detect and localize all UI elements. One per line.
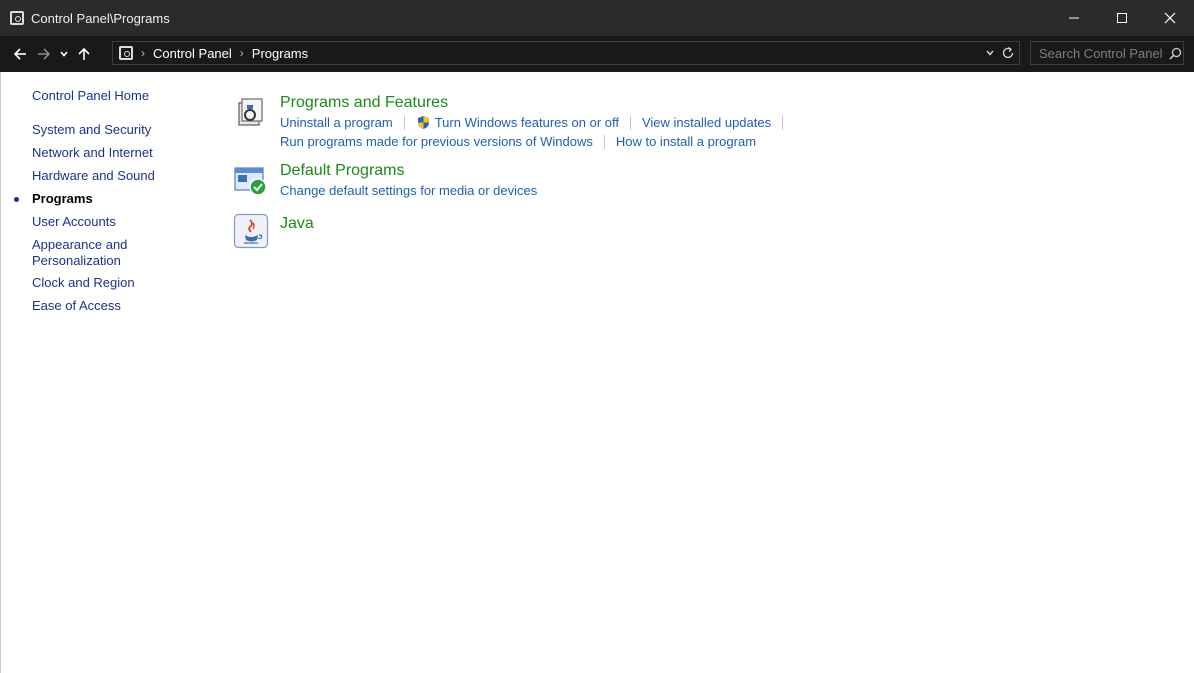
change-default-settings-link[interactable]: Change default settings for media or dev… xyxy=(280,183,537,198)
sidebar: Control Panel Home System and Security N… xyxy=(0,72,210,673)
chevron-right-icon[interactable]: › xyxy=(141,46,145,60)
address-dropdown-icon[interactable] xyxy=(985,48,995,58)
programs-features-title[interactable]: Programs and Features xyxy=(280,94,448,112)
arrow-up-icon xyxy=(78,47,90,60)
chevron-right-icon[interactable]: › xyxy=(240,46,244,60)
java-icon[interactable] xyxy=(233,213,269,249)
link-separator xyxy=(782,115,784,130)
breadcrumb-programs[interactable]: Programs xyxy=(252,46,308,61)
window-title: Control Panel\Programs xyxy=(31,10,170,26)
sidebar-item-clock-region[interactable]: Clock and Region xyxy=(32,275,155,290)
run-previous-versions-link[interactable]: Run programs made for previous versions … xyxy=(280,134,593,149)
programs-features-links-row-1: Uninstall a program Turn Windows feature… xyxy=(280,115,794,130)
turn-windows-features-link[interactable]: Turn Windows features on or off xyxy=(435,115,619,130)
close-button[interactable] xyxy=(1146,0,1194,36)
refresh-icon[interactable] xyxy=(1001,46,1015,60)
arrow-right-icon xyxy=(38,48,50,60)
address-toolbar: › Control Panel › Programs xyxy=(0,36,1194,72)
default-programs-icon[interactable] xyxy=(233,162,269,198)
link-separator xyxy=(629,115,631,130)
sidebar-item-programs[interactable]: Programs xyxy=(14,191,155,206)
sidebar-item-user-accounts[interactable]: User Accounts xyxy=(32,214,155,229)
minimize-button[interactable] xyxy=(1050,0,1098,36)
address-field[interactable]: › Control Panel › Programs xyxy=(112,41,1020,65)
sidebar-item-ease-of-access[interactable]: Ease of Access xyxy=(32,298,155,313)
java-title[interactable]: Java xyxy=(280,215,314,233)
forward-button[interactable] xyxy=(32,39,56,69)
chevron-down-icon xyxy=(60,51,68,57)
search-box[interactable] xyxy=(1030,41,1184,65)
programs-features-icon[interactable] xyxy=(233,94,269,130)
control-panel-icon xyxy=(119,46,133,60)
arrow-left-icon xyxy=(13,48,26,60)
control-panel-home-link[interactable]: Control Panel Home xyxy=(32,88,149,103)
sidebar-item-label: Programs xyxy=(32,191,93,206)
up-button[interactable] xyxy=(72,39,96,69)
sidebar-item-appearance-personalization[interactable]: Appearance and Personalization xyxy=(32,237,142,269)
programs-features-links-row-2: Run programs made for previous versions … xyxy=(280,134,756,149)
title-bar: Control Panel\Programs xyxy=(0,0,1194,36)
view-installed-updates-link[interactable]: View installed updates xyxy=(642,115,771,130)
default-programs-links: Change default settings for media or dev… xyxy=(280,183,537,198)
maximize-button[interactable] xyxy=(1098,0,1146,36)
breadcrumb-control-panel[interactable]: Control Panel xyxy=(153,46,232,61)
how-to-install-link[interactable]: How to install a program xyxy=(616,134,756,149)
link-separator xyxy=(603,134,605,149)
sidebar-item-hardware-sound[interactable]: Hardware and Sound xyxy=(32,168,155,183)
default-programs-title[interactable]: Default Programs xyxy=(280,162,405,180)
back-button[interactable] xyxy=(8,39,32,69)
uac-shield-icon xyxy=(417,116,429,129)
recent-locations-button[interactable] xyxy=(56,39,72,69)
sidebar-item-network-internet[interactable]: Network and Internet xyxy=(32,145,155,160)
search-icon[interactable] xyxy=(1169,47,1182,60)
current-item-bullet xyxy=(14,197,19,202)
search-input[interactable] xyxy=(1039,45,1167,61)
sidebar-item-system-security[interactable]: System and Security xyxy=(32,122,155,137)
window-controls xyxy=(1050,0,1194,36)
uninstall-program-link[interactable]: Uninstall a program xyxy=(280,115,393,130)
sidebar-categories: System and Security Network and Internet… xyxy=(14,122,155,313)
link-separator xyxy=(403,115,405,130)
control-panel-icon xyxy=(10,11,24,25)
